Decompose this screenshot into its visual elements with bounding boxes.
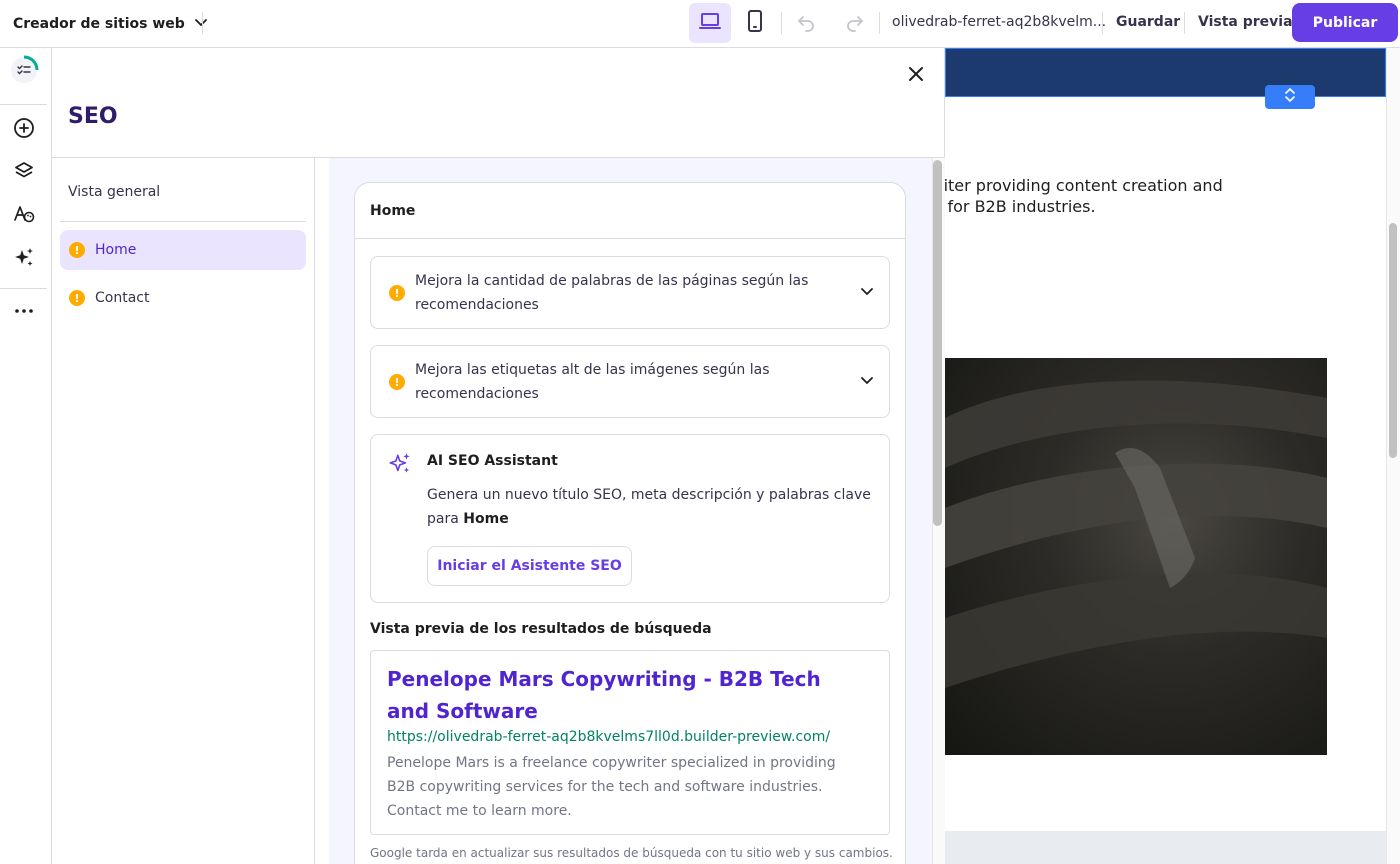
left-rail [0,48,52,864]
warning-icon: ! [389,374,405,390]
undo-icon [796,12,816,36]
add-element-button[interactable] [8,114,40,146]
redo-button[interactable] [841,10,869,38]
seo-page-nav: Vista general ! Home ! Contact [52,158,315,864]
site-hero-image[interactable] [945,358,1327,755]
recommendation-word-count[interactable]: ! Mejora la cantidad de palabras de las … [370,256,890,329]
divider [879,12,880,34]
site-intro-line-1: riter providing content creation and [945,176,1223,195]
google-update-note: Google tarda en actualizar sus resultado… [370,846,893,860]
site-preview-canvas[interactable]: riter providing content creation and ; f… [945,48,1400,864]
mobile-view-button[interactable] [734,3,776,43]
progress-checklist-button[interactable] [8,55,40,89]
nav-item-home[interactable]: ! Home [60,230,306,270]
divider [0,288,47,289]
site-intro-text: riter providing content creation and ; f… [945,175,1337,217]
layers-icon [12,159,36,187]
sparkles-icon [12,246,36,274]
site-next-section[interactable] [945,831,1386,864]
ai-tools-button[interactable] [8,244,40,276]
more-dots-icon [12,299,36,327]
warning-icon: ! [69,290,85,306]
site-intro-line-2: ; for B2B industries. [945,197,1096,216]
nav-item-label: Contact [95,290,150,306]
recommendation-text: Mejora la cantidad de palabras de las pá… [415,273,809,313]
recommendation-text: Mejora las etiquetas alt de las imágenes… [415,362,770,402]
chevron-down-icon [859,283,875,303]
content-scrollbar-thumb[interactable] [933,160,942,526]
card-title: Home [355,183,905,239]
more-options-button[interactable] [8,297,40,329]
nav-overview[interactable]: Vista general [68,184,160,200]
site-domain[interactable]: olivedrab-ferret-aq2b8kvelm... [892,14,1106,30]
search-preview-heading: Vista previa de los resultados de búsque… [370,621,712,637]
recommendation-alt-tags[interactable]: ! Mejora las etiquetas alt de las imágen… [370,345,890,418]
undo-button[interactable] [792,10,820,38]
nav-item-label: Home [95,242,137,258]
divider [60,221,306,222]
save-button[interactable]: Guardar [1116,14,1180,30]
redo-icon [845,12,865,36]
warning-icon: ! [389,285,405,301]
laptop-icon [698,9,722,37]
chevron-up-down-icon [1283,87,1297,107]
warning-icon: ! [69,242,85,258]
chevron-down-icon [193,14,209,34]
phone-icon [743,9,767,37]
divider [202,12,203,34]
plus-circle-icon [12,116,36,144]
ai-assistant-description: Genera un nuevo título SEO, meta descrip… [427,483,877,531]
ai-assistant-title: AI SEO Assistant [427,453,558,469]
page-title: SEO [68,104,118,129]
ai-seo-assistant-box: AI SEO Assistant Genera un nuevo título … [370,434,890,603]
top-bar: Creador de sitios web olivedrab-ferret-a… [0,0,1400,48]
nav-item-contact[interactable]: ! Contact [60,278,306,318]
styles-button[interactable] [8,200,40,232]
seo-panel: SEO Vista general ! Home ! Contact Home … [52,48,945,864]
desktop-view-button[interactable] [689,3,731,43]
close-button[interactable] [904,64,928,88]
divider [1184,12,1185,34]
seo-content-area: Home ! Mejora la cantidad de palabras de… [329,158,945,864]
page-seo-card: Home ! Mejora la cantidad de palabras de… [354,182,906,864]
typography-palette-icon [12,202,36,230]
site-header-section[interactable] [945,48,1386,97]
search-result-preview: Penelope Mars Copywriting - B2B Tech and… [370,650,890,835]
ai-sparkles-icon [387,451,413,481]
close-icon [907,65,925,87]
resize-handle[interactable] [1265,85,1315,109]
chevron-down-icon [859,372,875,392]
divider [781,12,782,34]
start-seo-assistant-button[interactable]: Iniciar el Asistente SEO [427,546,632,586]
publish-button[interactable]: Publicar [1292,3,1398,42]
divider [1102,12,1103,34]
site-scrollbar-thumb[interactable] [1389,223,1397,458]
divider [0,104,47,105]
serp-url: https://olivedrab-ferret-aq2b8kvelms7ll0… [387,729,831,745]
preview-button[interactable]: Vista previa [1198,14,1293,30]
serp-description: Penelope Mars is a freelance copywriter … [387,755,836,819]
layers-button[interactable] [8,157,40,189]
checklist-progress-icon [9,55,39,89]
serp-title: Penelope Mars Copywriting - B2B Tech and… [387,667,821,723]
site-builder-menu[interactable]: Creador de sitios web [0,0,209,48]
ai-page-name: Home [463,511,509,527]
brand-label: Creador de sitios web [13,15,185,32]
